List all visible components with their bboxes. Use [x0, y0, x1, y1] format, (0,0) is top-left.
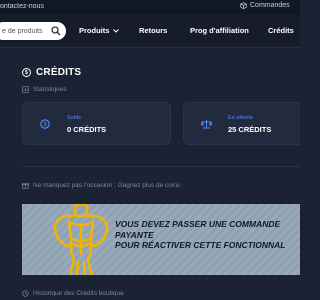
search-icon: [51, 26, 61, 36]
balance-label: Solde: [67, 115, 82, 121]
promo-message: VOUS DEVEZ PASSER UNE COMMANDE PAYANTE P…: [115, 219, 285, 251]
main-nav: Produits Retours Prog d'affiliation Créd…: [0, 14, 300, 48]
balance-card: $ Solde 0 CRÉDITS: [22, 102, 171, 145]
nav-item-produits[interactable]: Produits: [79, 26, 120, 35]
gift-icon: [22, 183, 29, 189]
search-button[interactable]: [49, 24, 63, 38]
statistics-heading-text: Statistiques: [33, 86, 67, 93]
history-heading: Historique des Crédits boutique: [22, 290, 124, 297]
nav-item-label: Produits: [79, 26, 110, 35]
pending-value: 25 CRÉDITS: [228, 125, 272, 134]
promo-message-line: VOUS DEVEZ PASSER UNE COMMANDE: [115, 219, 281, 229]
nav-item-affiliation[interactable]: Prog d'affiliation: [190, 26, 249, 35]
statistics-heading: Statistiques: [22, 86, 67, 93]
balance-value: 0 CRÉDITS: [67, 125, 107, 134]
pending-card: En attente 25 CRÉDITS: [183, 102, 300, 145]
box-icon: [240, 2, 247, 9]
history-heading-text: Historique des Crédits boutique: [33, 290, 124, 297]
chart-icon: [22, 86, 29, 93]
top-utility-bar: ontactez-nous Commandes: [0, 0, 300, 14]
contact-link[interactable]: ontactez-nous: [0, 3, 44, 10]
pending-label: En attente: [228, 115, 254, 121]
coin-icon: $: [22, 68, 31, 77]
orders-label: Commandes: [250, 2, 290, 9]
history-icon: [22, 290, 29, 297]
section-divider: [22, 166, 300, 167]
muscle-mascot-icon: [53, 204, 109, 275]
orders-link[interactable]: Commandes: [240, 2, 290, 9]
coin-icon: $: [40, 119, 50, 129]
balance-scale-icon: [201, 120, 212, 129]
promo-heading-text: Ne manquez pas l'occasion : Gagnez plus …: [33, 182, 181, 189]
nav-item-credits[interactable]: Crédits: [268, 26, 294, 35]
promo-message-line: PAYANTE: [115, 229, 154, 240]
promo-message-line: POUR RÉACTIVER CETTE FONCTIONNAL: [115, 240, 286, 250]
nav-item-retours[interactable]: Retours: [139, 26, 167, 35]
page-title: $ CRÉDITS: [22, 67, 81, 78]
promo-banner: VOUS DEVEZ PASSER UNE COMMANDE PAYANTE P…: [22, 204, 300, 275]
chevron-down-icon: [113, 28, 120, 33]
promo-heading: Ne manquez pas l'occasion : Gagnez plus …: [22, 182, 180, 189]
page-title-text: CRÉDITS: [36, 67, 82, 78]
